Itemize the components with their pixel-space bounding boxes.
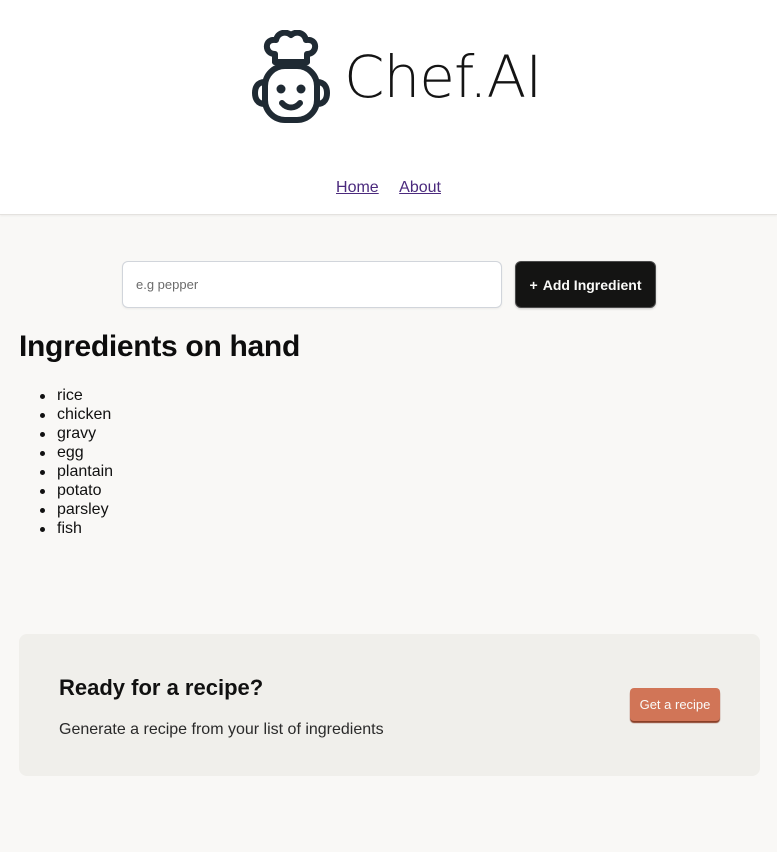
nav-link-home[interactable]: Home bbox=[336, 179, 379, 196]
get-recipe-button[interactable]: Get a recipe bbox=[630, 688, 720, 721]
ingredient-input[interactable] bbox=[122, 261, 502, 308]
ingredient-item: parsley bbox=[39, 500, 113, 519]
recipe-card-description: Generate a recipe from your list of ingr… bbox=[59, 721, 384, 738]
add-ingredient-form: + Add Ingredient bbox=[122, 261, 656, 308]
ingredient-item: plantain bbox=[39, 463, 114, 480]
plus-icon: + bbox=[529, 276, 538, 293]
nav-link-about[interactable]: About bbox=[399, 179, 441, 196]
ingredient-item: potato bbox=[39, 481, 113, 500]
ingredients-heading: Ingredients on hand bbox=[19, 330, 300, 363]
ingredient-item: chicken bbox=[39, 406, 112, 423]
logo-text: Chef.AI bbox=[344, 43, 542, 111]
ingredient-item: gravy bbox=[39, 424, 113, 443]
ingredient-item: fish bbox=[39, 519, 113, 538]
add-ingredient-label: Add Ingredient bbox=[542, 276, 642, 293]
add-ingredient-button[interactable]: + Add Ingredient bbox=[515, 261, 656, 308]
chef-robot-icon bbox=[252, 30, 330, 123]
main-nav: Home About bbox=[0, 179, 777, 197]
ingredient-item: rice bbox=[39, 386, 113, 405]
logo[interactable]: Chef.AI bbox=[252, 30, 542, 124]
site-header: Chef.AI Home About bbox=[0, 0, 777, 215]
ingredient-item: egg bbox=[39, 443, 113, 462]
ingredients-list: rice chicken gravy egg plantain potato p… bbox=[39, 386, 114, 538]
get-recipe-card: Ready for a recipe? Generate a recipe fr… bbox=[19, 634, 760, 776]
recipe-card-title: Ready for a recipe? bbox=[59, 675, 264, 700]
